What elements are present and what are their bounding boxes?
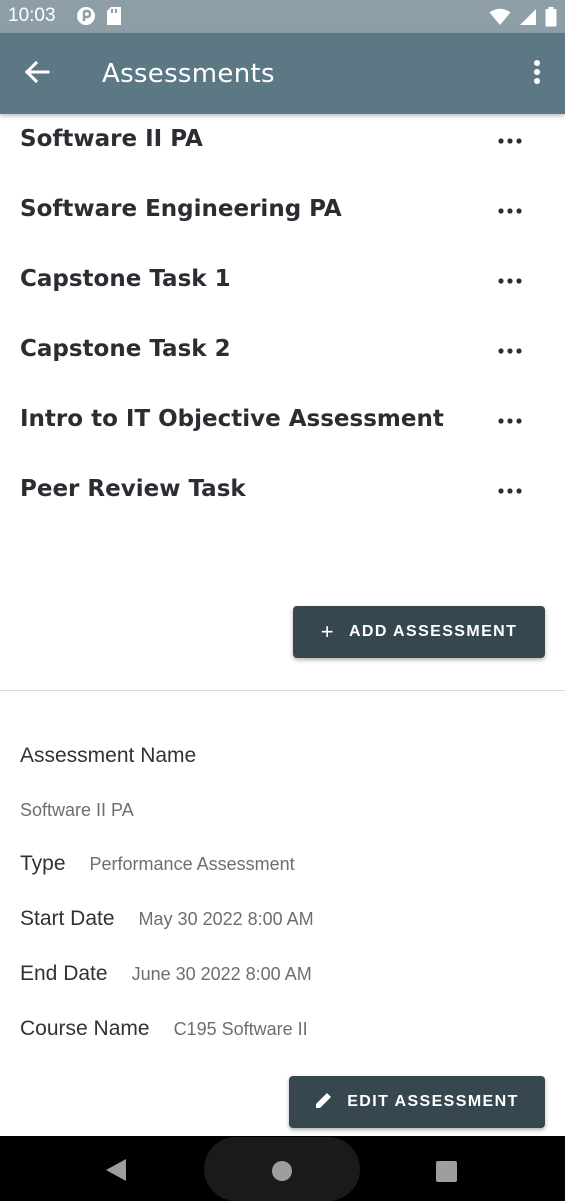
arrow-back-icon bbox=[24, 60, 50, 88]
nav-recents-icon[interactable] bbox=[436, 1161, 457, 1182]
system-nav-bar bbox=[0, 1136, 565, 1201]
status-left-icons bbox=[76, 6, 122, 30]
edit-assessment-button[interactable]: EDIT ASSESSMENT bbox=[289, 1076, 545, 1128]
start-date-label: Start Date bbox=[20, 907, 115, 930]
list-item[interactable]: Peer Review Task bbox=[0, 468, 565, 534]
end-date-label: End Date bbox=[20, 962, 108, 985]
add-assessment-button[interactable]: + ADD ASSESSMENT bbox=[293, 606, 545, 658]
pencil-icon bbox=[315, 1091, 333, 1114]
detail-heading: Assessment Name bbox=[20, 744, 197, 767]
course-name-row: Course Name C195 Software II bbox=[20, 1017, 308, 1041]
start-date-row: Start Date May 30 2022 8:00 AM bbox=[20, 907, 314, 931]
app-bar: Assessments bbox=[0, 33, 565, 114]
course-name-label: Course Name bbox=[20, 1017, 150, 1040]
type-value: Performance Assessment bbox=[89, 854, 295, 874]
item-more-button[interactable] bbox=[496, 266, 524, 290]
status-right-icons bbox=[489, 7, 557, 31]
overflow-menu-button[interactable] bbox=[525, 57, 549, 91]
more-vert-icon bbox=[533, 59, 541, 89]
assessment-title: Peer Review Task bbox=[20, 476, 246, 502]
end-date-row: End Date June 30 2022 8:00 AM bbox=[20, 962, 312, 986]
back-button[interactable] bbox=[20, 59, 54, 89]
divider bbox=[0, 690, 565, 691]
wifi-icon bbox=[489, 8, 511, 30]
list-item[interactable]: Software II PA bbox=[0, 118, 565, 188]
assessment-title: Intro to IT Objective Assessment bbox=[20, 406, 444, 432]
start-date-value: May 30 2022 8:00 AM bbox=[138, 909, 314, 929]
item-more-button[interactable] bbox=[496, 476, 524, 500]
signal-icon bbox=[519, 8, 537, 30]
more-horiz-icon bbox=[498, 339, 522, 358]
more-horiz-icon bbox=[498, 269, 522, 288]
list-item[interactable]: Capstone Task 1 bbox=[0, 258, 565, 328]
course-name-value: C195 Software II bbox=[173, 1019, 308, 1039]
list-item[interactable]: Capstone Task 2 bbox=[0, 328, 565, 398]
assessment-list[interactable]: Software II PA Software Engineering PA C… bbox=[0, 114, 565, 534]
list-item[interactable]: Intro to IT Objective Assessment bbox=[0, 398, 565, 468]
assessment-title: Software Engineering PA bbox=[20, 196, 342, 222]
status-bar: 10:03 bbox=[0, 0, 565, 33]
assessment-name-value: Software II PA bbox=[20, 800, 134, 820]
nav-back-icon[interactable] bbox=[104, 1158, 128, 1182]
item-more-button[interactable] bbox=[496, 406, 524, 430]
data-saver-icon bbox=[76, 6, 96, 30]
sd-card-icon bbox=[106, 6, 122, 30]
nav-home-icon[interactable] bbox=[272, 1161, 292, 1181]
status-time: 10:03 bbox=[8, 5, 56, 26]
item-more-button[interactable] bbox=[496, 126, 524, 150]
more-horiz-icon bbox=[498, 479, 522, 498]
type-row: Type Performance Assessment bbox=[20, 852, 295, 876]
end-date-value: June 30 2022 8:00 AM bbox=[131, 964, 312, 984]
assessment-title: Software II PA bbox=[20, 126, 203, 152]
more-horiz-icon bbox=[498, 409, 522, 428]
page-title: Assessments bbox=[102, 59, 275, 89]
more-horiz-icon bbox=[498, 129, 522, 148]
item-more-button[interactable] bbox=[496, 336, 524, 360]
edit-assessment-label: EDIT ASSESSMENT bbox=[347, 1093, 519, 1110]
plus-icon: + bbox=[320, 619, 335, 644]
more-horiz-icon bbox=[498, 199, 522, 218]
assessment-title: Capstone Task 1 bbox=[20, 266, 231, 292]
type-label: Type bbox=[20, 852, 66, 875]
assessment-title: Capstone Task 2 bbox=[20, 336, 231, 362]
battery-icon bbox=[545, 7, 557, 31]
list-item[interactable]: Software Engineering PA bbox=[0, 188, 565, 258]
add-assessment-label: ADD ASSESSMENT bbox=[348, 623, 518, 640]
item-more-button[interactable] bbox=[496, 196, 524, 220]
